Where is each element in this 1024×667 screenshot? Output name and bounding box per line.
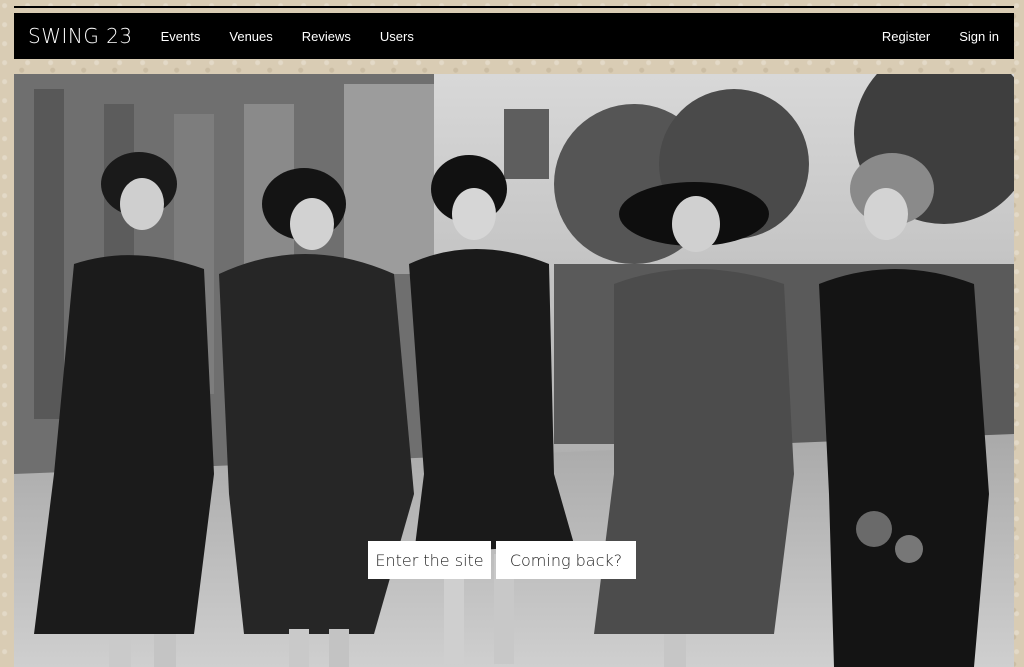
hero-section: Enter the site Coming back? xyxy=(14,74,1014,667)
enter-site-button[interactable]: Enter the site xyxy=(368,541,491,579)
register-link[interactable]: Register xyxy=(882,29,930,44)
nav-link-reviews[interactable]: Reviews xyxy=(302,29,351,44)
nav-links: Events Venues Reviews Users xyxy=(161,29,443,44)
nav-link-users[interactable]: Users xyxy=(380,29,414,44)
sign-in-link[interactable]: Sign in xyxy=(959,29,999,44)
top-rule xyxy=(14,6,1014,8)
nav-auth: Register Sign in xyxy=(853,29,999,44)
nav-link-events[interactable]: Events xyxy=(161,29,201,44)
navbar: SWING 23 Events Venues Reviews Users Reg… xyxy=(14,13,1014,59)
brand-logo[interactable]: SWING 23 xyxy=(28,24,133,48)
nav-link-venues[interactable]: Venues xyxy=(229,29,272,44)
coming-back-button[interactable]: Coming back? xyxy=(496,541,636,579)
